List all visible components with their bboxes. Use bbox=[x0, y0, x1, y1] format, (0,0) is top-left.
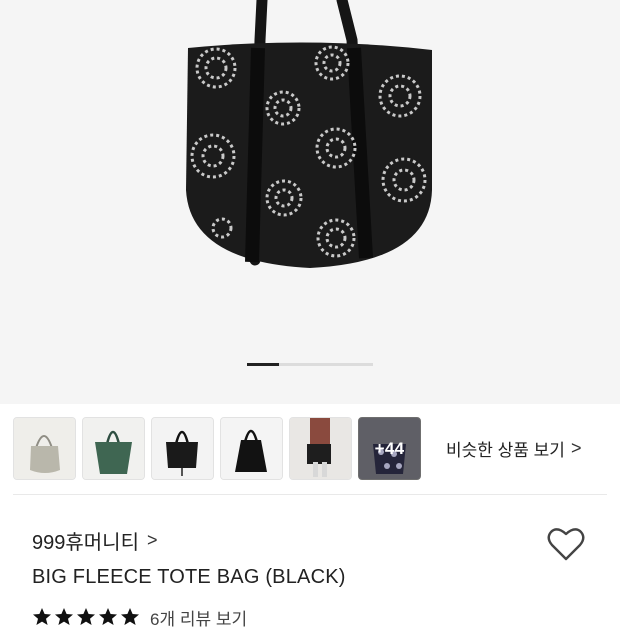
brand-link[interactable]: 999휴머니티 > bbox=[32, 527, 158, 554]
thumb-black-tote-stand[interactable] bbox=[151, 417, 214, 480]
carousel-pager bbox=[247, 363, 373, 366]
rating-stars bbox=[32, 607, 140, 627]
thumbnail-strip: +44 bbox=[13, 417, 421, 480]
chevron-right-icon: > bbox=[570, 437, 582, 458]
thumb-beige-tote[interactable] bbox=[13, 417, 76, 480]
brand-name: 999휴머니티 bbox=[32, 531, 139, 554]
star-icon bbox=[33, 608, 51, 625]
similar-products-link[interactable]: 비슷한 상품 보기 > bbox=[446, 436, 581, 460]
review-link[interactable]: 6개 리뷰 보기 bbox=[150, 605, 247, 630]
product-main-image bbox=[0, 0, 620, 404]
rating-row[interactable]: 6개 리뷰 보기 bbox=[32, 605, 247, 630]
star-icon bbox=[99, 608, 117, 625]
star-icon bbox=[121, 608, 139, 625]
carousel-pager-active bbox=[247, 363, 279, 366]
star-icon bbox=[77, 608, 95, 625]
thumb-more[interactable]: +44 bbox=[358, 417, 421, 480]
heart-icon[interactable] bbox=[546, 526, 586, 562]
thumb-model-with-tote[interactable] bbox=[289, 417, 352, 480]
thumb-green-tote[interactable] bbox=[82, 417, 145, 480]
thumb-black-tote-flat[interactable] bbox=[220, 417, 283, 480]
more-count-label: +44 bbox=[374, 438, 405, 458]
chevron-right-icon: > bbox=[146, 529, 158, 550]
product-title: BIG FLEECE TOTE BAG (BLACK) bbox=[32, 566, 346, 588]
product-image-carousel[interactable] bbox=[0, 0, 620, 404]
similar-products-label: 비슷한 상품 보기 bbox=[446, 440, 565, 460]
divider bbox=[13, 494, 607, 495]
star-icon bbox=[55, 608, 73, 625]
